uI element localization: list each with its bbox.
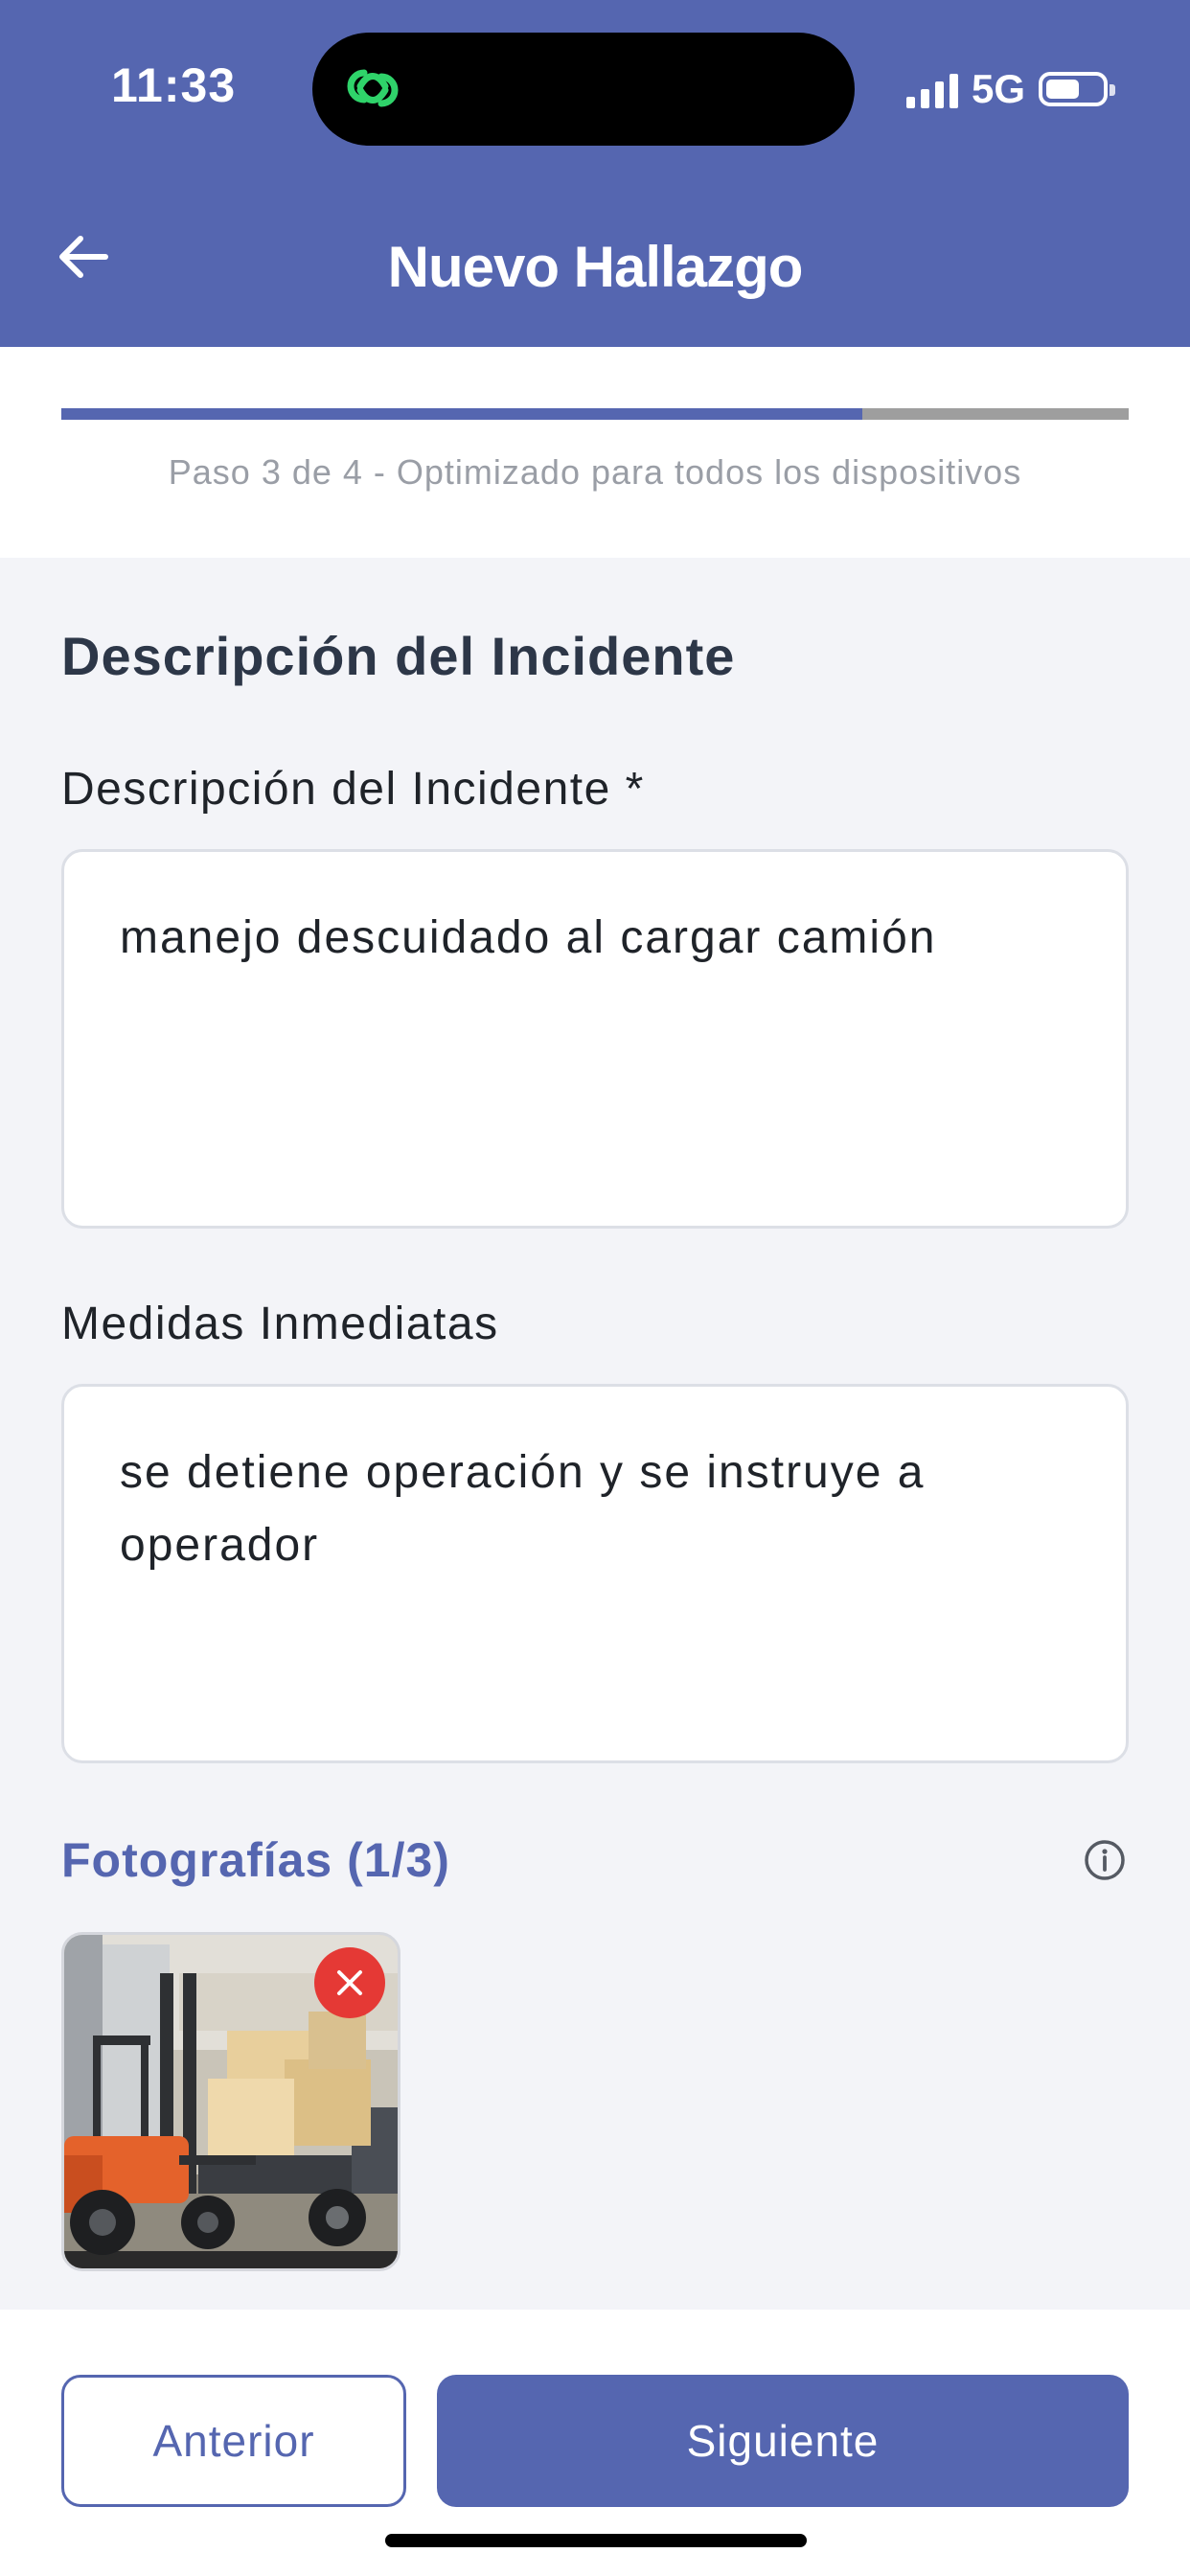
network-type: 5G xyxy=(971,66,1025,111)
description-label: Descripción del Incidente * xyxy=(61,764,645,815)
app-header: 11:33 5G Nuevo Hallazgo xyxy=(0,0,1190,347)
screen: 11:33 5G Nuevo Hallazgo Paso 3 de 4 - Op… xyxy=(0,0,1190,2576)
status-time: 11:33 xyxy=(111,58,237,112)
home-indicator xyxy=(385,2534,807,2547)
photos-label: Fotografías (1/3) xyxy=(61,1833,450,1887)
battery-icon xyxy=(1039,72,1115,106)
section-title: Descripción del Incidente xyxy=(61,626,736,686)
signal-icon xyxy=(905,70,958,108)
close-icon xyxy=(337,1970,362,1995)
progress-bar xyxy=(61,408,1129,420)
previous-button[interactable]: Anterior xyxy=(61,2375,406,2507)
page-title: Nuevo Hallazgo xyxy=(387,235,804,299)
next-button[interactable]: Siguiente xyxy=(437,2375,1129,2507)
progress-text: Paso 3 de 4 - Optimizado para todos los … xyxy=(168,452,1022,492)
progress-fill xyxy=(61,408,862,420)
measures-label: Medidas Inmediatas xyxy=(61,1299,499,1349)
status-icons: 5G xyxy=(905,66,1115,111)
info-icon[interactable] xyxy=(1083,1838,1127,1882)
link-app-icon xyxy=(347,69,399,107)
measures-field[interactable]: se detiene operación y se instruye a ope… xyxy=(61,1384,1129,1763)
progress-section: Paso 3 de 4 - Optimizado para todos los … xyxy=(0,347,1190,558)
remove-photo-button[interactable] xyxy=(314,1947,385,2018)
description-field[interactable]: manejo descuidado al cargar camión xyxy=(61,849,1129,1229)
